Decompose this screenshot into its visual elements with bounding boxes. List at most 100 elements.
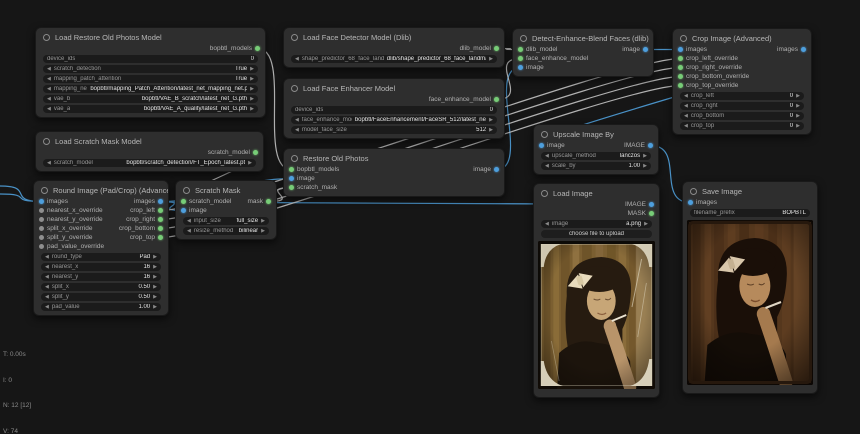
increment-arrow-icon[interactable]: ▶	[489, 116, 493, 125]
input-slot-dot[interactable]	[518, 65, 523, 70]
widget-device_ids[interactable]: device_ids 0	[43, 54, 258, 63]
input-slot-dot[interactable]	[181, 199, 186, 204]
increment-arrow-icon[interactable]: ▶	[153, 253, 157, 262]
output-slot-dot[interactable]	[158, 199, 163, 204]
increment-arrow-icon[interactable]: ▶	[250, 85, 254, 94]
decrement-arrow-icon[interactable]: ◀	[187, 217, 191, 226]
decrement-arrow-icon[interactable]: ◀	[545, 220, 549, 229]
decrement-arrow-icon[interactable]: ◀	[47, 75, 51, 84]
increment-arrow-icon[interactable]: ▶	[248, 159, 252, 168]
widget-crop_top[interactable]: ◀ crop_top 0 ▶	[680, 121, 804, 131]
decrement-arrow-icon[interactable]: ◀	[45, 263, 49, 272]
increment-arrow-icon[interactable]: ▶	[643, 162, 647, 171]
decrement-arrow-icon[interactable]: ◀	[684, 112, 688, 121]
decrement-arrow-icon[interactable]: ◀	[45, 283, 49, 292]
decrement-arrow-icon[interactable]: ◀	[45, 273, 49, 282]
decrement-arrow-icon[interactable]: ◀	[47, 65, 51, 74]
output-slot-dot[interactable]	[649, 211, 654, 216]
widget-vae_b[interactable]: ◀ vae_b bopbtl/VAE_B_scratch/latest_net_G.…	[43, 94, 258, 104]
decrement-arrow-icon[interactable]: ◀	[684, 92, 688, 101]
input-slot-dot[interactable]	[678, 83, 683, 88]
widget-vae_a[interactable]: ◀ vae_a bopbtl/VAE_A_quality/latest_net_G.…	[43, 104, 258, 114]
decrement-arrow-icon[interactable]: ◀	[47, 159, 51, 168]
widget-filename_prefix[interactable]: filename_prefix BOPBTL	[690, 208, 810, 217]
decrement-arrow-icon[interactable]: ◀	[45, 303, 49, 312]
decrement-arrow-icon[interactable]: ◀	[545, 152, 549, 161]
collapse-dot-icon[interactable]	[43, 33, 50, 41]
node-graph-canvas[interactable]: Load Restore Old Photos Model bopbtl_mode…	[0, 0, 860, 434]
decrement-arrow-icon[interactable]: ◀	[295, 126, 299, 135]
output-slot-dot[interactable]	[158, 208, 163, 213]
collapse-dot-icon[interactable]	[41, 186, 48, 194]
widget-face_enhance_model[interactable]: ◀face_enhance_modelbopbtl/FaceEnhancemen…	[291, 115, 497, 125]
decrement-arrow-icon[interactable]: ◀	[47, 85, 51, 94]
increment-arrow-icon[interactable]: ▶	[643, 152, 647, 161]
output-slot-dot[interactable]	[648, 143, 653, 148]
node-scratch-mask[interactable]: Scratch Mask scratch_model mask image ◀ input…	[175, 180, 277, 240]
decrement-arrow-icon[interactable]: ◀	[684, 122, 688, 131]
node-load-restore[interactable]: Load Restore Old Photos Model bopbtl_mode…	[35, 27, 266, 118]
widget-nearest_x[interactable]: ◀ nearest_x 16 ▶	[41, 262, 161, 272]
widget-input_size[interactable]: ◀ input_size full_size ▶	[183, 216, 269, 226]
node-upscale[interactable]: Upscale Image By image IMAGE ◀ upscale_metho…	[533, 124, 659, 175]
input-slot-dot[interactable]	[518, 47, 523, 52]
output-slot-dot[interactable]	[266, 199, 271, 204]
widget-crop_right[interactable]: ◀ crop_right 0 ▶	[680, 101, 804, 111]
input-slot-dot[interactable]	[39, 217, 44, 222]
widget-scale_by[interactable]: ◀ scale_by 1.00 ▶	[541, 161, 651, 171]
input-slot-dot[interactable]	[678, 74, 683, 79]
node-round[interactable]: Round Image (Pad/Crop) (Advanced) images i…	[33, 180, 169, 316]
increment-arrow-icon[interactable]: ▶	[261, 217, 265, 226]
widget-scratch_model[interactable]: ◀ scratch_model bopbtl/scratch_detection/F…	[43, 158, 256, 168]
input-slot-dot[interactable]	[289, 176, 294, 181]
collapse-dot-icon[interactable]	[291, 33, 298, 41]
output-slot-dot[interactable]	[158, 217, 163, 222]
decrement-arrow-icon[interactable]: ◀	[45, 293, 49, 302]
input-slot-dot[interactable]	[181, 208, 186, 213]
output-slot-dot[interactable]	[158, 226, 163, 231]
widget-mapping_patch_attention[interactable]: ◀ mapping_patch_attention True ▶	[43, 74, 258, 84]
increment-arrow-icon[interactable]: ▶	[250, 65, 254, 74]
collapse-dot-icon[interactable]	[43, 137, 50, 145]
output-slot-dot[interactable]	[649, 202, 654, 207]
increment-arrow-icon[interactable]: ▶	[250, 95, 254, 104]
decrement-arrow-icon[interactable]: ◀	[545, 162, 549, 171]
collapse-dot-icon[interactable]	[291, 154, 298, 162]
input-slot-dot[interactable]	[39, 199, 44, 204]
increment-arrow-icon[interactable]: ▶	[250, 105, 254, 114]
node-save-image[interactable]: Save Image images filename_prefix BOPBTL	[682, 181, 818, 394]
node-load-scratch[interactable]: Load Scratch Mask Model scratch_model ◀ scr…	[35, 131, 264, 172]
widget-shape_predictor_68_face_landmarks[interactable]: ◀shape_predictor_68_face_landmarksdlib/s…	[291, 54, 497, 64]
decrement-arrow-icon[interactable]: ◀	[45, 253, 49, 262]
upload-button[interactable]: choose file to upload	[541, 229, 652, 238]
node-load-image[interactable]: Load Image IMAGE MASK ◀ image a.png ▶ choose fi…	[533, 183, 660, 398]
decrement-arrow-icon[interactable]: ◀	[295, 55, 299, 64]
decrement-arrow-icon[interactable]: ◀	[684, 102, 688, 111]
node-crop[interactable]: Crop Image (Advanced) images images crop_le…	[672, 28, 812, 135]
input-slot-dot[interactable]	[39, 235, 44, 240]
decrement-arrow-icon[interactable]: ◀	[295, 116, 299, 125]
increment-arrow-icon[interactable]: ▶	[250, 75, 254, 84]
widget-round_type[interactable]: ◀ round_type Pad ▶	[41, 252, 161, 262]
node-load-detector[interactable]: Load Face Detector Model (Dlib) dlib_mode…	[283, 27, 505, 68]
increment-arrow-icon[interactable]: ▶	[796, 102, 800, 111]
widget-split_x[interactable]: ◀ split_x 0.50 ▶	[41, 282, 161, 292]
increment-arrow-icon[interactable]: ▶	[153, 293, 157, 302]
collapse-dot-icon[interactable]	[520, 34, 527, 42]
increment-arrow-icon[interactable]: ▶	[153, 283, 157, 292]
collapse-dot-icon[interactable]	[291, 84, 298, 92]
increment-arrow-icon[interactable]: ▶	[796, 92, 800, 101]
widget-model_face_size[interactable]: ◀ model_face_size 512 ▶	[291, 125, 497, 135]
output-slot-dot[interactable]	[643, 47, 648, 52]
input-slot-dot[interactable]	[289, 167, 294, 172]
output-slot-dot[interactable]	[253, 150, 258, 155]
node-load-enhancer[interactable]: Load Face Enhancer Model face_enhance_mod…	[283, 78, 505, 139]
output-slot-dot[interactable]	[494, 46, 499, 51]
widget-pad_value[interactable]: ◀ pad_value 1.00 ▶	[41, 302, 161, 312]
widget-split_y[interactable]: ◀ split_y 0.50 ▶	[41, 292, 161, 302]
widget-mapping_net[interactable]: ◀ mapping_net bopbtl/mapping_Patch_Attenti…	[43, 84, 258, 94]
increment-arrow-icon[interactable]: ▶	[796, 112, 800, 121]
increment-arrow-icon[interactable]: ▶	[644, 220, 648, 229]
collapse-dot-icon[interactable]	[541, 189, 548, 197]
widget-image[interactable]: ◀ image a.png ▶	[541, 219, 652, 229]
